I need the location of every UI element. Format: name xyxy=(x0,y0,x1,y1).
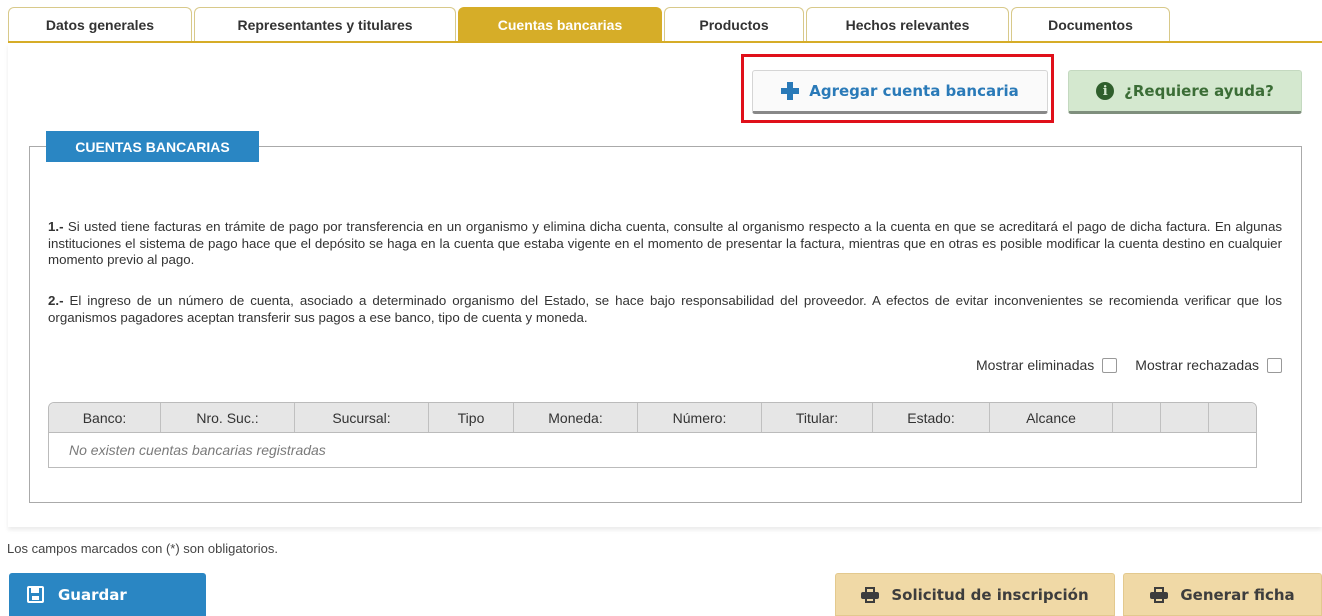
notice-1-number: 1.- xyxy=(48,219,64,234)
registration-request-label: Solicitud de inscripción xyxy=(891,585,1089,604)
col-action-3 xyxy=(1209,403,1256,432)
printer-icon xyxy=(1150,586,1169,603)
empty-table-message: No existen cuentas bancarias registradas xyxy=(69,442,326,458)
notice-2-text: El ingreso de un número de cuenta, asoci… xyxy=(48,293,1282,325)
tab-productos[interactable]: Productos xyxy=(664,7,804,42)
col-numero[interactable]: Número: xyxy=(638,403,762,432)
col-banco[interactable]: Banco: xyxy=(49,403,161,432)
tab-datos-generales[interactable]: Datos generales xyxy=(8,7,192,42)
save-icon xyxy=(27,586,44,603)
section-legend: CUENTAS BANCARIAS xyxy=(46,131,259,162)
notice-2-number: 2.- xyxy=(48,293,64,308)
printer-icon xyxy=(861,586,880,603)
col-titular[interactable]: Titular: xyxy=(762,403,873,432)
tab-documentos[interactable]: Documentos xyxy=(1011,7,1170,42)
help-label: ¿Requiere ayuda? xyxy=(1124,82,1274,100)
tab-hechos-relevantes[interactable]: Hechos relevantes xyxy=(806,7,1009,42)
generate-record-button[interactable]: Generar ficha xyxy=(1123,573,1322,616)
col-action-2 xyxy=(1161,403,1209,432)
filter-row: Mostrar eliminadas Mostrar rechazadas xyxy=(976,357,1282,373)
col-moneda[interactable]: Moneda: xyxy=(514,403,638,432)
tab-cuentas-bancarias[interactable]: Cuentas bancarias xyxy=(458,7,662,42)
notice-1-text: Si usted tiene facturas en trámite de pa… xyxy=(48,219,1282,267)
col-nro-suc[interactable]: Nro. Suc.: xyxy=(161,403,295,432)
help-button[interactable]: i ¿Requiere ayuda? xyxy=(1068,70,1302,114)
show-rejected-label: Mostrar rechazadas xyxy=(1135,357,1259,373)
registration-request-button[interactable]: Solicitud de inscripción xyxy=(835,573,1115,616)
col-alcance[interactable]: Alcance xyxy=(990,403,1113,432)
tab-representantes[interactable]: Representantes y titulares xyxy=(194,7,456,42)
col-estado[interactable]: Estado: xyxy=(873,403,990,432)
notice-paragraph-2: 2.- El ingreso de un número de cuenta, a… xyxy=(48,293,1282,326)
show-rejected-checkbox[interactable] xyxy=(1267,357,1282,373)
highlight-box xyxy=(741,54,1054,123)
table-header: Banco: Nro. Suc.: Sucursal: Tipo Moneda:… xyxy=(49,403,1256,433)
col-tipo[interactable]: Tipo xyxy=(429,403,514,432)
show-deleted-checkbox[interactable] xyxy=(1102,357,1118,373)
required-fields-note: Los campos marcados con (*) son obligato… xyxy=(7,541,278,556)
info-icon: i xyxy=(1096,82,1115,100)
generate-record-label: Generar ficha xyxy=(1180,585,1295,604)
col-sucursal[interactable]: Sucursal: xyxy=(295,403,429,432)
save-label: Guardar xyxy=(58,585,127,604)
save-button[interactable]: Guardar xyxy=(9,573,206,616)
show-deleted-label: Mostrar eliminadas xyxy=(976,357,1095,373)
bank-accounts-table: Banco: Nro. Suc.: Sucursal: Tipo Moneda:… xyxy=(48,402,1257,468)
col-action-1 xyxy=(1113,403,1161,432)
notice-paragraph-1: 1.- Si usted tiene facturas en trámite d… xyxy=(48,219,1282,269)
